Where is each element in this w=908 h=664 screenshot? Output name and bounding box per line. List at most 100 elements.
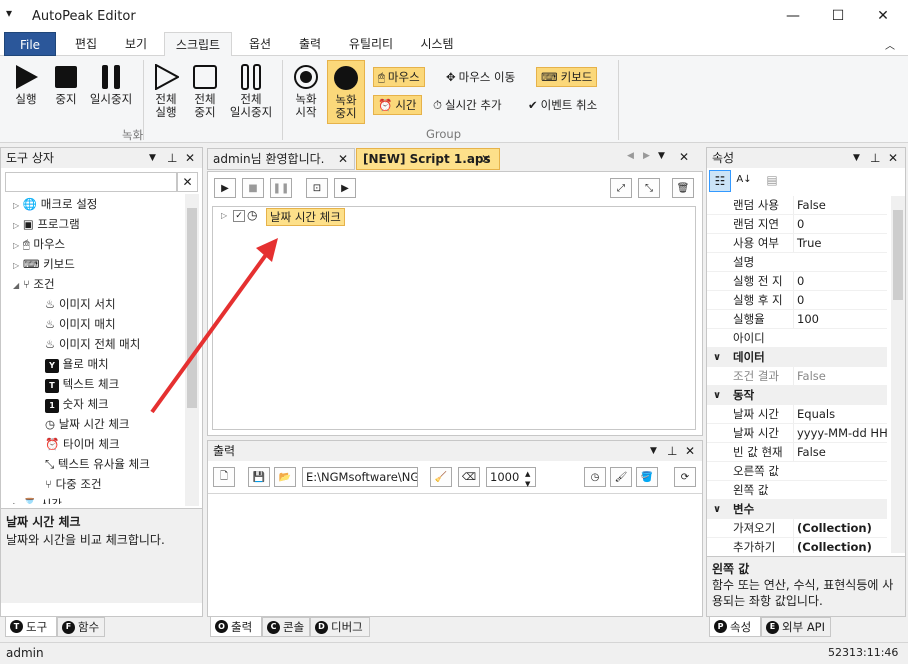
record-stop-button[interactable]: 녹화 중지 xyxy=(327,60,365,124)
close-panel-icon[interactable]: ✕ xyxy=(888,148,898,168)
delete-button[interactable]: 🗑 xyxy=(672,178,694,198)
stop-script-button[interactable]: ■ xyxy=(242,178,264,198)
open-folder-button[interactable]: 📂 xyxy=(274,467,296,487)
categorized-view-button[interactable]: ☷ xyxy=(709,170,731,192)
run-script-button[interactable]: ▶ xyxy=(214,178,236,198)
tab-view[interactable]: 보기 xyxy=(114,32,158,56)
node-checkbox[interactable]: ✓ xyxy=(233,210,245,222)
stop-all-button[interactable]: 전체 중지 xyxy=(187,64,223,119)
prop-row[interactable]: 랜덤 사용 False xyxy=(707,196,887,215)
close-button[interactable]: ✕ xyxy=(860,0,906,32)
tree-item-image-search[interactable]: ♨ 이미지 서치 xyxy=(45,294,116,314)
event-cancel-toggle[interactable]: ✔ 이벤트 취소 xyxy=(524,95,601,115)
scroll-thumb[interactable] xyxy=(893,210,903,300)
prop-row[interactable]: 랜덤 지연 0 xyxy=(707,215,887,234)
record-start-button[interactable]: 녹화 시작 xyxy=(288,64,324,119)
prop-row[interactable]: 오른쪽 값 xyxy=(707,462,887,481)
pause-all-button[interactable]: 전체 일시중지 xyxy=(225,64,277,119)
prop-row[interactable]: 조건 결과 False xyxy=(707,367,887,386)
category-variables[interactable]: ∨ 변수 xyxy=(707,500,887,519)
save-log-button[interactable]: 💾 xyxy=(248,467,270,487)
tab-utility[interactable]: 유틸리티 xyxy=(338,32,404,56)
realtime-add-toggle[interactable]: ⏱ 실시간 추가 xyxy=(429,95,506,115)
tab-debug[interactable]: D 디버그 xyxy=(310,617,370,637)
brush-button[interactable]: 🖌 xyxy=(610,467,632,487)
tree-item-mouse[interactable]: ▷ 🖱 마우스 xyxy=(13,234,65,254)
tab-console[interactable]: C 콘솔 xyxy=(262,617,310,637)
stepper-down-icon[interactable]: ▼ xyxy=(525,475,530,493)
run-selected-button[interactable]: ▶ xyxy=(334,178,356,198)
close-document-icon[interactable]: ✕ xyxy=(679,150,689,164)
prop-row[interactable]: 왼쪽 값 xyxy=(707,481,887,500)
collapse-category-icon[interactable]: ∨ xyxy=(713,348,721,367)
prop-row[interactable]: 실행 전 지0 xyxy=(707,272,887,291)
toolbox-search-input[interactable] xyxy=(5,172,177,192)
erase-button[interactable]: ⌫ xyxy=(458,467,480,487)
tree-item-text-similarity[interactable]: ⤡ 텍스트 유사율 체크 xyxy=(45,454,150,474)
tab-welcome[interactable]: admin님 환영합니다. ✕ xyxy=(207,148,355,170)
keyboard-toggle[interactable]: ⌨ 키보드 xyxy=(536,67,598,87)
clear-search-button[interactable]: ✕ xyxy=(177,172,198,192)
pin-icon[interactable]: ⊥ xyxy=(167,148,177,168)
prop-row[interactable]: 추가하기 (Collection) xyxy=(707,538,887,553)
prop-row[interactable]: 날짜 시간 Equals xyxy=(707,405,887,424)
collapse-ribbon-icon[interactable]: ︿ xyxy=(885,37,895,52)
interval-stepper[interactable]: 1000 ▲ ▼ xyxy=(486,467,536,488)
output-log[interactable] xyxy=(208,493,702,616)
run-all-button[interactable]: 전체 실행 xyxy=(148,64,184,119)
close-tab-icon[interactable]: ✕ xyxy=(338,149,348,169)
minimize-button[interactable]: — xyxy=(770,0,816,32)
run-button[interactable]: 실행 xyxy=(8,64,44,106)
prop-row[interactable]: 실행율 100 xyxy=(707,310,887,329)
dropdown-icon[interactable]: ▼ xyxy=(149,148,156,168)
prop-row[interactable]: 설명 xyxy=(707,253,887,272)
pin-icon[interactable]: ⊥ xyxy=(870,148,880,168)
tree-item-time[interactable]: ▷ ⌛ 시간 xyxy=(13,494,62,504)
prop-row[interactable]: 실행 후 지0 xyxy=(707,291,887,310)
scroll-left-icon[interactable]: ◀ xyxy=(627,151,634,161)
prop-row[interactable]: 아이디 xyxy=(707,329,887,348)
tree-item-condition[interactable]: ◢ ⑂ 조건 xyxy=(13,274,55,294)
tab-script1[interactable]: [NEW] Script 1.aps ✕ xyxy=(356,148,500,170)
tree-item-text-check[interactable]: T 텍스트 체크 xyxy=(45,374,119,394)
collapse-all-button[interactable]: ⤡ xyxy=(638,178,660,198)
tree-item-yolo-match[interactable]: Y 욜로 매치 xyxy=(45,354,109,374)
script-node-label[interactable]: 날짜 시간 체크 xyxy=(266,208,345,226)
fill-color-button[interactable]: 🪣 xyxy=(636,467,658,487)
pause-button[interactable]: 일시중지 xyxy=(86,64,136,106)
pause-script-button[interactable]: ❚❚ xyxy=(270,178,292,198)
prop-row[interactable]: 사용 여부 True xyxy=(707,234,887,253)
maximize-button[interactable]: ☐ xyxy=(815,0,861,32)
collapse-category-icon[interactable]: ∨ xyxy=(713,386,721,405)
clean-button[interactable]: 🧹 xyxy=(430,467,452,487)
file-tab[interactable]: File xyxy=(4,32,56,56)
dropdown-icon[interactable]: ▼ xyxy=(650,441,657,461)
tab-tools[interactable]: T 도구 xyxy=(5,617,57,637)
mouse-toggle[interactable]: 🖱 마우스 xyxy=(373,67,425,87)
pin-icon[interactable]: ⊥ xyxy=(667,441,677,461)
time-toggle[interactable]: ⏰ 시간 xyxy=(373,95,422,115)
tab-system[interactable]: 시스템 xyxy=(410,32,464,56)
tree-item-number-check[interactable]: 1 숫자 체크 xyxy=(45,394,109,414)
close-panel-icon[interactable]: ✕ xyxy=(685,441,695,461)
dropdown-icon[interactable]: ▼ xyxy=(658,151,665,161)
new-log-button[interactable]: 🗋 xyxy=(213,467,235,487)
category-action[interactable]: ∨ 동작 xyxy=(707,386,887,405)
tree-item-macro-settings[interactable]: ▷ 🌐 매크로 설정 xyxy=(13,194,97,214)
tree-item-image-match[interactable]: ♨ 이미지 매치 xyxy=(45,314,116,334)
stop-button[interactable]: 중지 xyxy=(48,64,84,106)
time-toggle-button[interactable]: ◷ xyxy=(584,467,606,487)
prop-row[interactable]: 가져오기 (Collection) xyxy=(707,519,887,538)
tree-item-program[interactable]: ▷ ▣ 프로그램 xyxy=(13,214,80,234)
tab-edit[interactable]: 편집 xyxy=(64,32,108,56)
refresh-button[interactable]: ⟳ xyxy=(674,467,696,487)
close-panel-icon[interactable]: ✕ xyxy=(185,148,195,168)
property-pages-button[interactable]: ▤ xyxy=(761,170,783,192)
expand-node-icon[interactable]: ▷ xyxy=(221,211,227,220)
tab-output[interactable]: 출력 xyxy=(288,32,332,56)
tab-functions[interactable]: F 함수 xyxy=(57,617,105,637)
system-menu-icon[interactable]: ▾ xyxy=(6,6,12,20)
expand-all-button[interactable]: ⤢ xyxy=(610,178,632,198)
properties-scrollbar[interactable] xyxy=(891,196,905,553)
tab-script[interactable]: 스크립트 xyxy=(164,32,232,57)
